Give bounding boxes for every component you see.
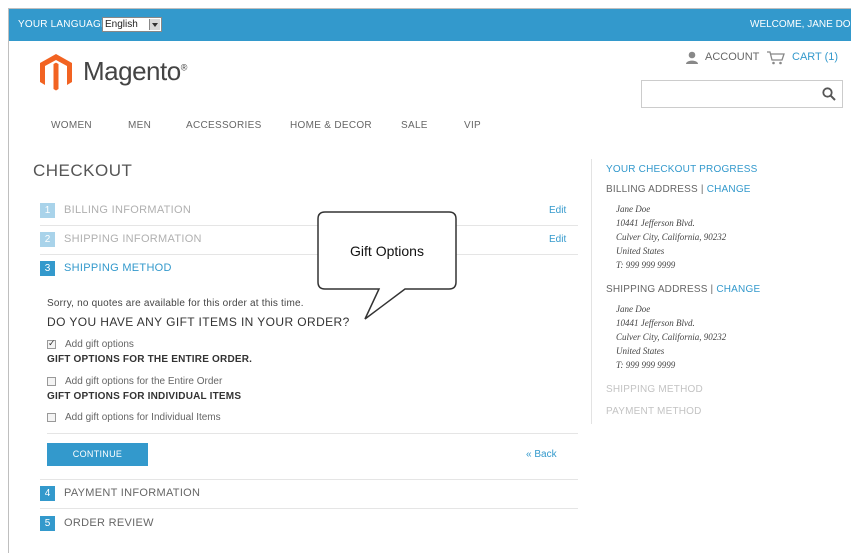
callout-bubble — [317, 211, 457, 320]
shipping-address: Jane Doe 10441 Jefferson Blvd. Culver Ci… — [616, 302, 726, 372]
logo-registered-mark: ® — [180, 62, 188, 73]
welcome-message: WELCOME, JANE DOE — [750, 19, 851, 30]
step-number: 3 — [40, 261, 55, 276]
divider — [40, 254, 578, 255]
language-label: YOUR LANGUAGE: — [18, 19, 111, 30]
nav-item-men[interactable]: MEN — [128, 120, 151, 131]
separator: | — [707, 284, 717, 295]
magento-logo-icon — [40, 54, 72, 91]
entire-order-heading: GIFT OPTIONS FOR THE ENTIRE ORDER. — [47, 354, 253, 365]
nav-item-sale[interactable]: SALE — [401, 120, 428, 131]
search-input[interactable] — [641, 80, 843, 108]
billing-address-heading: BILLING ADDRESS | CHANGE — [606, 184, 751, 195]
cart-label: CART (1) — [792, 51, 839, 63]
step-label: ORDER REVIEW — [64, 517, 154, 529]
address-line: Culver City, California, 90232 — [616, 332, 727, 342]
address-line: Jane Doe — [616, 304, 651, 314]
step-number: 1 — [40, 203, 55, 218]
step-label: PAYMENT INFORMATION — [64, 487, 201, 499]
cart-icon — [767, 51, 785, 65]
address-line: 10441 Jefferson Blvd. — [616, 318, 695, 328]
continue-button[interactable]: CONTINUE — [47, 443, 148, 466]
step-label: SHIPPING METHOD — [64, 262, 172, 274]
billing-address: Jane Doe 10441 Jefferson Blvd. Culver Ci… — [616, 202, 726, 272]
step-label: BILLING INFORMATION — [64, 204, 192, 216]
step-number: 4 — [40, 486, 55, 501]
separator: | — [697, 184, 707, 195]
shipping-address-label: SHIPPING ADDRESS — [606, 284, 708, 295]
back-link[interactable]: « Back — [526, 449, 557, 460]
entire-order-label: Add gift options for the Entire Order — [65, 376, 223, 387]
address-line: Culver City, California, 90232 — [616, 232, 727, 242]
individual-items-label: Add gift options for Individual Items — [65, 412, 221, 423]
divider — [40, 479, 578, 480]
gift-question: DO YOU HAVE ANY GIFT ITEMS IN YOUR ORDER… — [47, 315, 350, 329]
user-icon — [686, 51, 698, 64]
chevron-down-icon — [149, 19, 160, 30]
divider — [40, 225, 578, 226]
nav-item-women[interactable]: WOMEN — [51, 120, 92, 131]
step-number: 5 — [40, 516, 55, 531]
shipping-method-progress: SHIPPING METHOD — [606, 384, 703, 395]
browser-page: YOUR LANGUAGE: English WELCOME, JANE DOE… — [8, 8, 851, 553]
logo-text: Magento — [83, 56, 181, 86]
nav-item-home-decor[interactable]: HOME & DECOR — [290, 120, 372, 131]
add-gift-options-checkbox[interactable] — [47, 338, 56, 349]
individual-items-checkbox[interactable] — [47, 413, 56, 422]
divider — [47, 433, 578, 434]
step-label: SHIPPING INFORMATION — [64, 233, 202, 245]
change-billing-link[interactable]: CHANGE — [707, 184, 751, 195]
entire-order-checkbox[interactable] — [47, 377, 56, 386]
individual-items-heading: GIFT OPTIONS FOR INDIVIDUAL ITEMS — [47, 391, 242, 402]
divider — [40, 508, 578, 509]
address-line: United States — [616, 346, 665, 356]
account-label: ACCOUNT — [705, 51, 760, 63]
address-line: T: 999 999 9999 — [616, 260, 676, 270]
step-number: 2 — [40, 232, 55, 247]
progress-title: YOUR CHECKOUT PROGRESS — [606, 164, 758, 175]
edit-shipping-link[interactable]: Edit — [549, 234, 566, 245]
logo-wordmark: Magento® — [83, 56, 187, 87]
nav-item-vip[interactable]: VIP — [464, 120, 481, 131]
callout-text: Gift Options — [350, 243, 424, 259]
payment-method-progress: PAYMENT METHOD — [606, 406, 702, 417]
address-line: T: 999 999 9999 — [616, 360, 676, 370]
top-bar: YOUR LANGUAGE: English WELCOME, JANE DOE — [9, 9, 851, 41]
address-line: United States — [616, 246, 665, 256]
page-title: CHECKOUT — [33, 161, 133, 180]
add-gift-options-label: Add gift options — [65, 339, 134, 350]
edit-billing-link[interactable]: Edit — [549, 205, 566, 216]
billing-address-label: BILLING ADDRESS — [606, 184, 698, 195]
no-quotes-message: Sorry, no quotes are available for this … — [47, 298, 304, 309]
shipping-address-heading: SHIPPING ADDRESS | CHANGE — [606, 284, 760, 295]
change-shipping-link[interactable]: CHANGE — [716, 284, 760, 295]
address-line: 10441 Jefferson Blvd. — [616, 218, 695, 228]
language-select[interactable]: English — [102, 17, 162, 32]
nav-item-accessories[interactable]: ACCESSORIES — [186, 120, 262, 131]
checkout-progress-sidebar: YOUR CHECKOUT PROGRESS BILLING ADDRESS |… — [591, 159, 851, 424]
address-line: Jane Doe — [616, 204, 651, 214]
search-icon[interactable] — [822, 87, 836, 101]
gift-options-callout: Gift Options — [317, 211, 457, 320]
language-value: English — [105, 19, 138, 30]
